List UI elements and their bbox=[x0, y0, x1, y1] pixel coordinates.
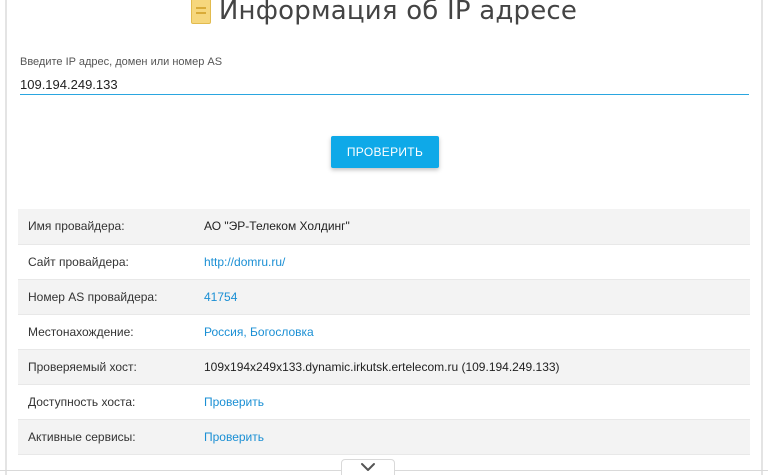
active-services-key: Активные сервисы: bbox=[28, 429, 136, 444]
table-row: Проверяемый хост: 109x194x249x133.dynami… bbox=[18, 349, 750, 384]
provider-as-key: Номер AS провайдера: bbox=[28, 289, 158, 304]
host-availability-key: Доступность хоста: bbox=[28, 394, 136, 409]
scroll-down-button[interactable] bbox=[341, 459, 395, 475]
ip-input[interactable] bbox=[20, 74, 749, 95]
page: Информация об IP адресе Введите IP адрес… bbox=[0, 0, 768, 475]
ip-info-table: Имя провайдера: АО "ЭР-Телеком Холдинг" … bbox=[18, 209, 750, 455]
check-button[interactable]: ПРОВЕРИТЬ bbox=[331, 136, 439, 168]
provider-name-value: АО "ЭР-Телеком Холдинг" bbox=[204, 219, 350, 234]
frame-border-left bbox=[5, 0, 7, 475]
checked-host-value: 109x194x249x133.dynamic.irkutsk.erteleco… bbox=[204, 359, 560, 374]
active-services-check-link[interactable]: Проверить bbox=[204, 430, 264, 444]
provider-as-link[interactable]: 41754 bbox=[204, 290, 237, 304]
frame-border-right bbox=[761, 0, 763, 475]
location-key: Местонахождение: bbox=[28, 324, 134, 339]
checked-host-key: Проверяемый хост: bbox=[28, 359, 137, 374]
host-availability-check-link[interactable]: Проверить bbox=[204, 395, 264, 409]
provider-site-link[interactable]: http://domru.ru/ bbox=[204, 255, 285, 269]
chevron-down-icon bbox=[361, 463, 375, 471]
table-row: Местонахождение: Россия, Богословка bbox=[18, 314, 750, 349]
header: Информация об IP адресе bbox=[0, 0, 768, 31]
table-row: Активные сервисы: Проверить bbox=[18, 419, 750, 454]
table-row: Сайт провайдера: http://domru.ru/ bbox=[18, 244, 750, 279]
ip-input-label: Введите IP адрес, домен или номер AS bbox=[20, 56, 223, 68]
provider-site-key: Сайт провайдера: bbox=[28, 254, 129, 269]
table-row: Номер AS провайдера: 41754 bbox=[18, 279, 750, 314]
table-row: Имя провайдера: АО "ЭР-Телеком Холдинг" bbox=[18, 209, 750, 244]
location-link[interactable]: Россия, Богословка bbox=[204, 325, 314, 339]
provider-name-key: Имя провайдера: bbox=[28, 219, 125, 234]
document-icon bbox=[190, 0, 211, 24]
table-row: Доступность хоста: Проверить bbox=[18, 384, 750, 419]
page-title: Информация об IP адресе bbox=[218, 0, 578, 26]
